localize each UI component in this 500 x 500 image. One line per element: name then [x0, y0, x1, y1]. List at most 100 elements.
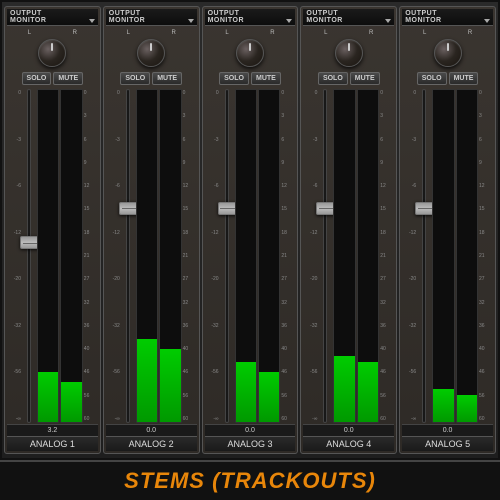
scale-label-right: 18: [479, 230, 493, 236]
meter-fill: [61, 382, 81, 422]
channel-value-5: 0.0: [402, 424, 493, 436]
scale-label-right: 36: [380, 323, 394, 329]
solo-button[interactable]: SOLO: [417, 72, 447, 85]
fader-column: [220, 89, 234, 423]
scale-label-right: 0: [183, 90, 197, 96]
header-monitor-row: MONITOR: [405, 17, 490, 24]
scale-label-right: 15: [183, 206, 197, 212]
scale-label: -12: [7, 230, 21, 236]
scale-label-right: 27: [479, 276, 493, 282]
scale-label: -56: [303, 369, 317, 375]
knob-row: [38, 39, 66, 67]
scale-label-right: 0: [84, 90, 98, 96]
header-monitor-row: MONITOR: [208, 17, 293, 24]
fader-meter-section: 0-3-6-12-20-32-56-∞036912151821273236404…: [205, 88, 296, 424]
scale-label-right: 0: [479, 90, 493, 96]
solo-button[interactable]: SOLO: [219, 72, 249, 85]
scale-label: -56: [7, 369, 21, 375]
scale-right: 03691215182127323640465660: [380, 89, 394, 423]
scale-left: 0-3-6-12-20-32-56-∞: [402, 89, 416, 423]
scale-label-right: 12: [183, 183, 197, 189]
dropdown-arrow-icon[interactable]: [89, 19, 95, 23]
fader-column: [121, 89, 135, 423]
scale-label-right: 9: [479, 160, 493, 166]
scale-label-right: 60: [380, 416, 394, 422]
knob-row: [236, 39, 264, 67]
scale-label: -∞: [106, 416, 120, 422]
r-label: R: [369, 30, 373, 36]
mute-button[interactable]: MUTE: [53, 72, 83, 85]
meter-l-3: [235, 89, 257, 423]
pan-knob-3[interactable]: [236, 39, 264, 67]
scale-label: -6: [205, 183, 219, 189]
meter-l-1: [37, 89, 59, 423]
pan-knob-2[interactable]: [137, 39, 165, 67]
channel-header-3: OUTPUT MONITOR: [205, 9, 296, 26]
solo-mute-row: SOLO MUTE: [22, 72, 84, 85]
meter-wrap: [432, 89, 478, 423]
scale-label: -20: [106, 276, 120, 282]
scale-label-right: 15: [380, 206, 394, 212]
fader-column: [417, 89, 431, 423]
scale-label-right: 56: [479, 393, 493, 399]
dropdown-arrow-icon[interactable]: [385, 19, 391, 23]
lr-label-row: LR: [7, 30, 98, 36]
meter-fill: [259, 372, 279, 422]
dropdown-arrow-icon[interactable]: [484, 19, 490, 23]
scale-label-right: 18: [281, 230, 295, 236]
scale-label-right: 60: [479, 416, 493, 422]
scale-label-right: 40: [479, 346, 493, 352]
meter-l-2: [136, 89, 158, 423]
scale-label-right: 21: [84, 253, 98, 259]
scale-label-right: 40: [183, 346, 197, 352]
channel-label-4: ANALOG 4: [303, 436, 394, 451]
meter-l-4: [333, 89, 355, 423]
lr-label-row: LR: [106, 30, 197, 36]
solo-button[interactable]: SOLO: [318, 72, 348, 85]
mute-button[interactable]: MUTE: [449, 72, 479, 85]
meter-fill: [236, 362, 256, 422]
scale-label: -12: [106, 230, 120, 236]
meter-r-4: [357, 89, 379, 423]
scale-label-right: 32: [84, 300, 98, 306]
scale-label-right: 21: [380, 253, 394, 259]
pan-knob-4[interactable]: [335, 39, 363, 67]
scale-label: -12: [303, 230, 317, 236]
scale-label-right: 3: [84, 113, 98, 119]
scale-label: -6: [402, 183, 416, 189]
scale-label: -3: [106, 137, 120, 143]
header-monitor-row: MONITOR: [109, 17, 194, 24]
meter-r-1: [60, 89, 82, 423]
scale-label-right: 27: [84, 276, 98, 282]
mute-button[interactable]: MUTE: [251, 72, 281, 85]
scale-label-right: 9: [183, 160, 197, 166]
solo-button[interactable]: SOLO: [22, 72, 52, 85]
header-output-label: OUTPUT: [208, 10, 240, 17]
scale-label: -∞: [303, 416, 317, 422]
solo-button[interactable]: SOLO: [120, 72, 150, 85]
r-label: R: [468, 30, 472, 36]
lr-label-row: LR: [205, 30, 296, 36]
dropdown-arrow-icon[interactable]: [286, 19, 292, 23]
scale-label-right: 36: [84, 323, 98, 329]
fader-rail: [27, 89, 31, 423]
meter-fill: [358, 362, 378, 422]
scale-label-right: 3: [380, 113, 394, 119]
l-label: L: [127, 30, 130, 36]
header-monitor-label: MONITOR: [405, 17, 441, 24]
scale-label-right: 36: [183, 323, 197, 329]
scale-left: 0-3-6-12-20-32-56-∞: [7, 89, 21, 423]
fader-meter-section: 0-3-6-12-20-32-56-∞036912151821273236404…: [7, 88, 98, 424]
scale-label-right: 18: [183, 230, 197, 236]
scale-label-right: 9: [380, 160, 394, 166]
scale-label: -32: [205, 323, 219, 329]
channel-strip-5: OUTPUT MONITOR LR SOLO MUTE 0-3-6-12-20-…: [399, 6, 496, 454]
l-label: L: [423, 30, 426, 36]
pan-knob-1[interactable]: [38, 39, 66, 67]
scale-label-right: 6: [84, 137, 98, 143]
mute-button[interactable]: MUTE: [152, 72, 182, 85]
scale-label-right: 6: [479, 137, 493, 143]
pan-knob-5[interactable]: [434, 39, 462, 67]
mute-button[interactable]: MUTE: [350, 72, 380, 85]
dropdown-arrow-icon[interactable]: [188, 19, 194, 23]
